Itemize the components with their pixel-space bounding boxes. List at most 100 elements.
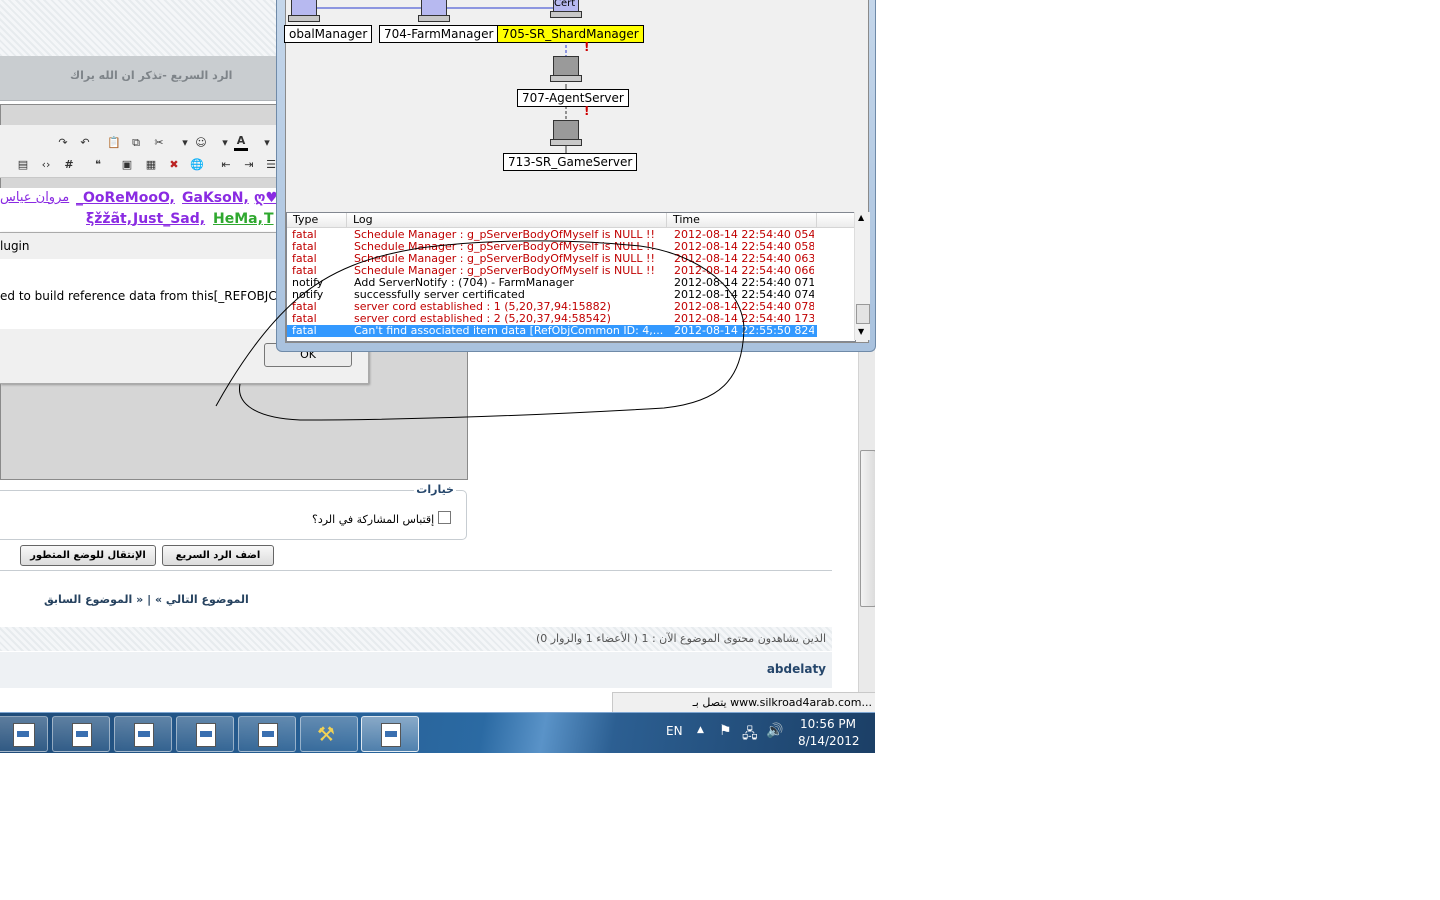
taskbar-button[interactable] <box>114 716 172 752</box>
log-row[interactable]: fatal Schedule Manager : g_pServerBodyOf… <box>287 241 817 253</box>
user-link[interactable]: ξžžãt, <box>86 211 132 227</box>
link-icon[interactable]: 🌐 <box>190 158 204 172</box>
clock-time[interactable]: 10:56 PM <box>800 717 856 731</box>
log-time: 2012-08-14 22:54:40 078 <box>674 301 814 313</box>
log-row[interactable]: notify successfully server certificated … <box>287 289 817 301</box>
code-icon[interactable]: ‹› <box>39 158 53 172</box>
media-icon[interactable]: ▦ <box>144 158 158 172</box>
quote-checkbox[interactable] <box>438 511 451 524</box>
log-time: 2012-08-14 22:54:40 173 <box>674 313 814 325</box>
user-link[interactable]: مروان عياس <box>0 190 69 205</box>
next-topic-link[interactable]: الموضوع التالي » <box>155 593 249 606</box>
viewer-user-link[interactable]: abdelaty <box>767 662 826 676</box>
log-time: 2012-08-14 22:54:40 066 <box>674 265 814 277</box>
game-server-icon[interactable] <box>550 120 582 146</box>
global-manager-label[interactable]: obalManager <box>284 25 373 43</box>
unlink-icon[interactable]: ✖ <box>167 158 181 172</box>
agent-server-icon[interactable] <box>550 56 582 82</box>
app-window-icon <box>134 723 154 747</box>
show-hidden-icons-icon[interactable]: ▲ <box>697 725 704 735</box>
log-header: Type Log Time <box>287 213 855 228</box>
user-link[interactable]: _OoReMooO, <box>76 190 175 206</box>
log-row[interactable]: fatal Schedule Manager : g_pServerBodyOf… <box>287 265 817 277</box>
paste-icon[interactable]: 📋 <box>107 136 121 150</box>
action-center-flag-icon[interactable]: ⚑ <box>719 723 732 739</box>
log-message: Schedule Manager : g_pServerBodyOfMyself… <box>354 229 655 241</box>
options-legend: خيارات <box>414 483 456 496</box>
log-type: fatal <box>292 265 317 277</box>
user-link[interactable]: GaKsoN, <box>182 190 249 206</box>
log-type: fatal <box>292 253 317 265</box>
type-column-header[interactable]: Type <box>287 213 347 227</box>
log-type: notify <box>292 277 324 289</box>
agent-server-label[interactable]: 707-AgentServer <box>517 89 629 107</box>
user-link[interactable]: HeMa, <box>213 211 263 227</box>
online-users-list: مروان عياس _OoReMooO, GaKsoN, ღ♥ ξžžãt, … <box>0 188 283 232</box>
log-row[interactable]: fatal server cord established : 2 (5,20,… <box>287 313 817 325</box>
log-column-header[interactable]: Log <box>347 213 667 227</box>
cert-label: Cert <box>554 0 576 9</box>
indent-icon[interactable]: ⇤ <box>219 158 233 172</box>
global-manager-icon[interactable] <box>288 0 320 22</box>
log-time: 2012-08-14 22:54:40 071 <box>674 277 814 289</box>
taskbar-button[interactable] <box>52 716 110 752</box>
image-icon[interactable]: ▣ <box>120 158 134 172</box>
log-time: 2012-08-14 22:54:40 058 <box>674 241 814 253</box>
hash-icon[interactable]: # <box>62 158 76 172</box>
log-message: server cord established : 2 (5,20,37,94:… <box>354 313 611 325</box>
font-dropdown-icon[interactable]: ▾ <box>260 136 274 150</box>
taskbar-button[interactable]: ⚒ <box>300 716 358 752</box>
scroll-down-icon[interactable]: ▼ <box>858 327 864 336</box>
user-link[interactable]: ღ♥ <box>254 190 278 206</box>
log-row[interactable]: fatal server cord established : 1 (5,20,… <box>287 301 817 313</box>
shard-manager-label[interactable]: 705-SR_ShardManager <box>497 25 644 43</box>
user-link[interactable]: T <box>264 211 274 227</box>
outdent-icon[interactable]: ⇥ <box>242 158 256 172</box>
smiley-icon[interactable]: ☺ <box>194 136 208 150</box>
log-scrollbar[interactable]: ▲ ▼ <box>854 212 870 340</box>
log-scrollbar-thumb[interactable] <box>856 304 870 324</box>
advanced-mode-button[interactable]: الإنتقال للوضع المتطور <box>20 545 156 566</box>
time-column-header[interactable]: Time <box>667 213 817 227</box>
log-type: fatal <box>292 301 317 313</box>
log-row[interactable]: fatal Schedule Manager : g_pServerBodyOf… <box>287 229 817 241</box>
game-server-label[interactable]: 713-SR_GameServer <box>503 153 638 171</box>
log-message: server cord established : 1 (5,20,37,94:… <box>354 301 611 313</box>
taskbar: ⚒ EN ▲ ⚑ 🖧 🔊 10:56 PM 8/14/2012 <box>0 712 875 753</box>
log-list[interactable]: Type Log Time fatal Schedule Manager : g… <box>286 212 856 342</box>
volume-icon[interactable]: 🔊 <box>766 723 783 739</box>
color-dropdown-icon[interactable]: ▾ <box>218 136 232 150</box>
scroll-up-icon[interactable]: ▲ <box>858 213 864 222</box>
taskbar-button[interactable] <box>238 716 296 752</box>
taskbar-button[interactable] <box>0 716 48 752</box>
copy-icon[interactable]: ⧉ <box>129 136 143 150</box>
language-indicator[interactable]: EN <box>666 724 683 738</box>
taskbar-button-active[interactable] <box>361 716 419 752</box>
scrollbar-thumb[interactable] <box>860 450 875 607</box>
user-link[interactable]: Just_Sad, <box>133 211 205 227</box>
taskbar-button[interactable] <box>176 716 234 752</box>
smiley-dropdown-icon[interactable]: ▾ <box>178 136 192 150</box>
add-quick-reply-button[interactable]: اضف الرد السريع <box>162 545 274 566</box>
font-color-icon[interactable]: A <box>234 134 248 151</box>
farm-manager-icon[interactable] <box>418 0 450 22</box>
page-scrollbar[interactable] <box>858 342 875 694</box>
prev-topic-link[interactable]: « الموضوع السابق <box>44 593 143 606</box>
log-message: Schedule Manager : g_pServerBodyOfMyself… <box>354 241 655 253</box>
log-row[interactable]: fatal Schedule Manager : g_pServerBodyOf… <box>287 253 817 265</box>
log-type: fatal <box>292 241 317 253</box>
farm-manager-label[interactable]: 704-FarmManager <box>379 25 499 43</box>
log-row[interactable]: notify Add ServerNotify : (704) - FarmMa… <box>287 277 817 289</box>
cut-icon[interactable]: ✂ <box>152 136 166 150</box>
php-icon[interactable]: ▤ <box>16 158 30 172</box>
log-message: Schedule Manager : g_pServerBodyOfMyself… <box>354 265 655 277</box>
log-row-selected[interactable]: fatal Can't find associated item data [R… <box>287 325 817 337</box>
redo-icon[interactable]: ↷ <box>56 136 70 150</box>
network-icon[interactable]: 🖧 <box>742 723 758 747</box>
log-time: 2012-08-14 22:54:40 063 <box>674 253 814 265</box>
clock-date[interactable]: 8/14/2012 <box>798 734 860 748</box>
viewers-bar: الذين يشاهدون محتوى الموضوع الآن : 1 ( ا… <box>0 627 832 651</box>
quote-icon[interactable]: ❝ <box>91 158 105 172</box>
window-icon <box>13 723 35 747</box>
undo-icon[interactable]: ↶ <box>78 136 92 150</box>
